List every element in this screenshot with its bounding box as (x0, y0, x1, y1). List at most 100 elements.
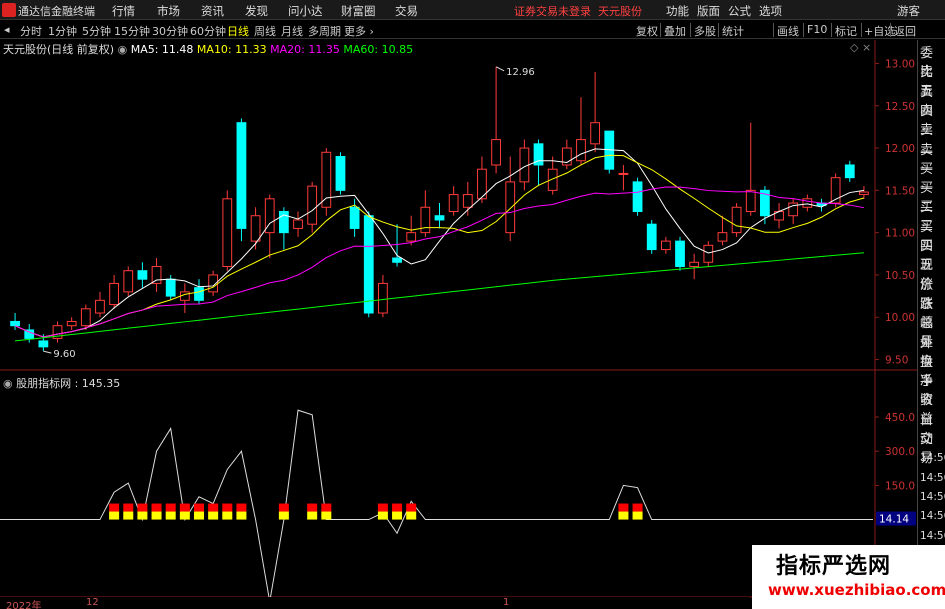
signal-red (307, 503, 318, 512)
signal-yellow (109, 511, 120, 520)
candle-body (576, 139, 586, 162)
candle-body (675, 240, 685, 267)
high-label: 12.96 (506, 67, 535, 78)
candle-body (646, 223, 657, 251)
signal-yellow (123, 511, 134, 520)
legend-toggle-icon[interactable]: ◉ (118, 43, 128, 56)
main-legend: 天元股份(日线 前复权) ◉ MA5: 11.48 MA10: 11.33 MA… (3, 41, 413, 57)
candle-body (165, 278, 176, 297)
signal-red (377, 503, 388, 512)
candle-body (844, 164, 855, 179)
candle-body (137, 270, 148, 280)
candle-body (80, 308, 91, 327)
signal-red (123, 503, 134, 512)
candle-body (151, 265, 162, 284)
candle-body (660, 240, 671, 251)
watermark-title: 指标严选网 (776, 554, 892, 579)
signal-red (632, 503, 643, 512)
ma10-label: MA10: 11.33 (196, 43, 267, 56)
signal-red (109, 503, 120, 512)
signal-red (222, 503, 233, 512)
sub-legend: ◉ 股朋指标网 : 145.35 (3, 375, 120, 391)
watermark-banner: 指标严选网 www.xuezhibiao.com (752, 545, 945, 609)
y-tick-label: 12.50 (885, 101, 915, 113)
candle-body (10, 320, 20, 327)
signal-yellow (307, 511, 318, 520)
candle-body (703, 244, 714, 263)
signal-yellow (406, 511, 417, 520)
y-tick-label: 11.00 (885, 228, 915, 240)
candle-body (406, 232, 417, 242)
y-tick-label: 9.50 (885, 355, 908, 367)
date-label-year: 2022年 (6, 601, 42, 609)
candle-body (293, 219, 303, 229)
candle-body (505, 181, 516, 234)
signal-red (165, 503, 176, 512)
signal-red (406, 503, 417, 512)
signal-red (321, 503, 332, 512)
signal-red (618, 503, 629, 512)
candle-body (434, 215, 445, 221)
signal-yellow (632, 511, 643, 520)
side-panel-item: 14:56 (920, 529, 945, 542)
candle-body (448, 194, 459, 213)
candle-body (222, 198, 233, 267)
candle-body (363, 215, 374, 314)
settings-icon[interactable]: ◇ × (850, 41, 871, 54)
signal-red (236, 503, 247, 512)
candle-body (378, 282, 388, 314)
signal-yellow (321, 511, 332, 520)
signal-yellow (222, 511, 233, 520)
signal-red (193, 503, 204, 512)
side-panel-item: 14:56 (920, 490, 945, 503)
signal-yellow (165, 511, 176, 520)
signal-red (137, 503, 148, 512)
candle-body (717, 232, 728, 242)
candle-body (349, 206, 360, 229)
chart-canvas[interactable]: 13.00 12.50 12.00 11.50 11.00 10.50 10.00 9.50 1… (0, 0, 945, 609)
candle-body (590, 122, 601, 145)
candle-body (109, 282, 119, 306)
candle-body (745, 189, 756, 212)
ma60-label: MA60: 10.85 (343, 43, 414, 56)
signal-red (179, 503, 190, 512)
candle-body (321, 151, 332, 208)
signal-yellow (179, 511, 190, 520)
current-value-label: 14.14 (879, 514, 909, 526)
candle-body (491, 139, 501, 166)
date-axis: 2022年 12 1 (0, 597, 750, 609)
signal-yellow (236, 511, 247, 520)
signal-red (151, 503, 162, 512)
sub-y-tick-label: 450.0 (885, 412, 915, 424)
signal-yellow (392, 511, 403, 520)
candle-body (335, 156, 346, 191)
sub-legend-toggle-icon[interactable]: ◉ (3, 377, 13, 390)
signal-yellow (377, 511, 388, 520)
side-panel-item: 14:56 (920, 452, 945, 465)
chart-title: 天元股份(日线 前复权) (3, 43, 115, 56)
candle-body (462, 194, 473, 208)
signal-yellow (137, 511, 148, 520)
candle-body (618, 172, 629, 175)
y-tick-label: 10.00 (885, 312, 915, 324)
candle-body (420, 206, 431, 234)
candle-body (392, 257, 402, 263)
sub-chart-title: 股朋指标网 : 145.35 (16, 377, 121, 390)
candle-body (194, 287, 204, 301)
candle-body (632, 181, 643, 212)
y-tick-label: 10.50 (885, 270, 915, 282)
signal-yellow (193, 511, 204, 520)
candle-body (236, 122, 247, 229)
ma5-label: MA5: 11.48 (130, 43, 194, 56)
side-panel-item: 14:56 (920, 510, 945, 523)
watermark-url: www.xuezhibiao.com (768, 581, 945, 599)
candle-body (859, 191, 869, 196)
signal-red (208, 503, 219, 512)
candle-body (95, 299, 105, 314)
low-label: 9.60 (53, 349, 75, 360)
signal-yellow (208, 511, 219, 520)
y-tick-label: 11.50 (885, 185, 915, 197)
ma20-label: MA20: 11.35 (270, 43, 340, 56)
low-pointer (43, 350, 52, 354)
candle-body (689, 261, 700, 267)
